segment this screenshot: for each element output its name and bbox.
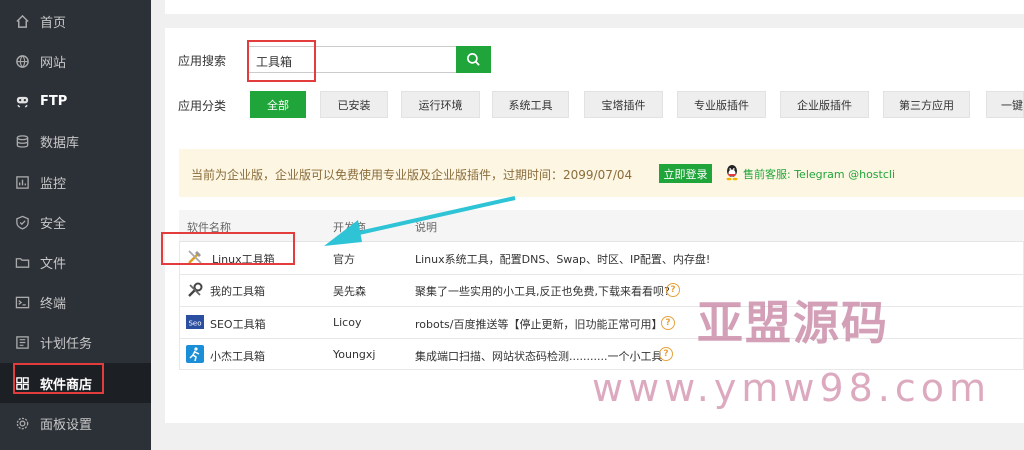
sidebar-item-files[interactable]: 文件 xyxy=(0,242,151,282)
software-description: 聚集了一些实用的小工具,反正也免费,下载来看看呗? xyxy=(415,285,670,298)
category-enterprise-plugins[interactable]: 企业版插件 xyxy=(780,91,869,118)
sidebar-item-website[interactable]: 网站 xyxy=(0,41,151,81)
terminal-icon xyxy=(14,294,30,310)
app-store-highlight-box xyxy=(13,363,104,394)
help-icon[interactable]: ? xyxy=(661,316,675,330)
sidebar-item-security[interactable]: 安全 xyxy=(0,202,151,242)
sidebar-item-label: 终端 xyxy=(40,296,67,312)
notice-text: 当前为企业版，企业版可以免费使用专业版及企业版插件，过期时间：2099/07/0… xyxy=(191,168,633,182)
folder-icon xyxy=(14,254,30,270)
software-developer: Licoy xyxy=(333,316,362,329)
row-divider xyxy=(179,274,1024,275)
qq-icon xyxy=(726,165,738,181)
login-button[interactable]: 立即登录 xyxy=(659,164,712,183)
sidebar-item-database[interactable]: 数据库 xyxy=(0,121,151,161)
sidebar-item-home[interactable]: 首页 xyxy=(0,1,151,41)
svg-text:Seo: Seo xyxy=(188,320,201,328)
seo-icon: Seo xyxy=(186,315,204,329)
shield-icon xyxy=(14,214,30,230)
row-divider xyxy=(179,338,1024,339)
search-button[interactable] xyxy=(456,46,491,73)
clock-icon xyxy=(14,334,30,350)
monitor-icon xyxy=(14,174,30,190)
gear-icon xyxy=(14,415,30,431)
category-bt-plugins[interactable]: 宝塔插件 xyxy=(584,91,663,118)
software-developer: Youngxj xyxy=(333,348,376,361)
category-third-party[interactable]: 第三方应用 xyxy=(883,91,970,118)
category-one-click[interactable]: 一键 xyxy=(986,91,1024,118)
wrench-icon xyxy=(188,282,203,297)
category-pro-plugins[interactable]: 专业版插件 xyxy=(677,91,766,118)
runner-icon xyxy=(186,345,204,363)
sidebar-item-label: 安全 xyxy=(40,216,67,232)
row-divider xyxy=(179,306,1024,307)
sidebar-item-ftp[interactable]: FTP xyxy=(0,81,151,121)
globe-icon xyxy=(14,53,30,69)
table-header xyxy=(179,210,1024,242)
database-icon xyxy=(14,133,30,149)
support-contact[interactable]: 售前客服: Telegram @hostcli xyxy=(743,166,895,182)
sidebar-item-label: 面板设置 xyxy=(40,417,93,433)
search-label: 应用搜索 xyxy=(178,54,227,68)
help-icon[interactable]: ? xyxy=(666,283,680,297)
sidebar-item-label: 数据库 xyxy=(40,135,80,151)
category-installed[interactable]: 已安装 xyxy=(320,91,388,118)
top-panel xyxy=(165,0,1024,14)
search-highlight-box xyxy=(247,40,316,82)
software-description: robots/百度推送等【停止更新，旧功能正常可用】 xyxy=(415,318,663,331)
category-all[interactable]: 全部 xyxy=(250,91,306,118)
sidebar-item-monitor[interactable]: 监控 xyxy=(0,162,151,202)
software-description: 集成端口扫描、网站状态码检测...........一个小工具 xyxy=(415,350,663,363)
category-system-tools[interactable]: 系统工具 xyxy=(492,91,569,118)
ftp-icon xyxy=(14,93,30,109)
sidebar-item-label: 监控 xyxy=(40,176,67,192)
annotation-arrow xyxy=(324,196,516,246)
sidebar-item-label: FTP xyxy=(40,93,68,109)
software-name[interactable]: SEO工具箱 xyxy=(210,316,266,332)
category-label: 应用分类 xyxy=(178,99,227,113)
sidebar-item-terminal[interactable]: 终端 xyxy=(0,282,151,322)
sidebar-item-cron[interactable]: 计划任务 xyxy=(0,322,151,362)
sidebar-item-label: 网站 xyxy=(40,55,67,71)
category-runtime[interactable]: 运行环境 xyxy=(401,91,480,118)
home-icon xyxy=(14,13,30,29)
watermark-title: 亚盟源码 xyxy=(697,296,889,350)
help-icon[interactable]: ? xyxy=(659,347,673,361)
sidebar-item-label: 计划任务 xyxy=(40,336,93,352)
software-name[interactable]: 小杰工具箱 xyxy=(210,348,265,364)
sidebar-item-panel-settings[interactable]: 面板设置 xyxy=(0,403,151,443)
search-icon xyxy=(467,53,480,66)
software-name[interactable]: 我的工具箱 xyxy=(210,283,265,299)
watermark-url: www.ymw98.com xyxy=(592,366,992,410)
result-highlight-box xyxy=(161,232,295,265)
software-developer: 吴先森 xyxy=(333,285,366,298)
sidebar-item-label: 文件 xyxy=(40,256,67,272)
sidebar-item-label: 首页 xyxy=(40,15,67,31)
